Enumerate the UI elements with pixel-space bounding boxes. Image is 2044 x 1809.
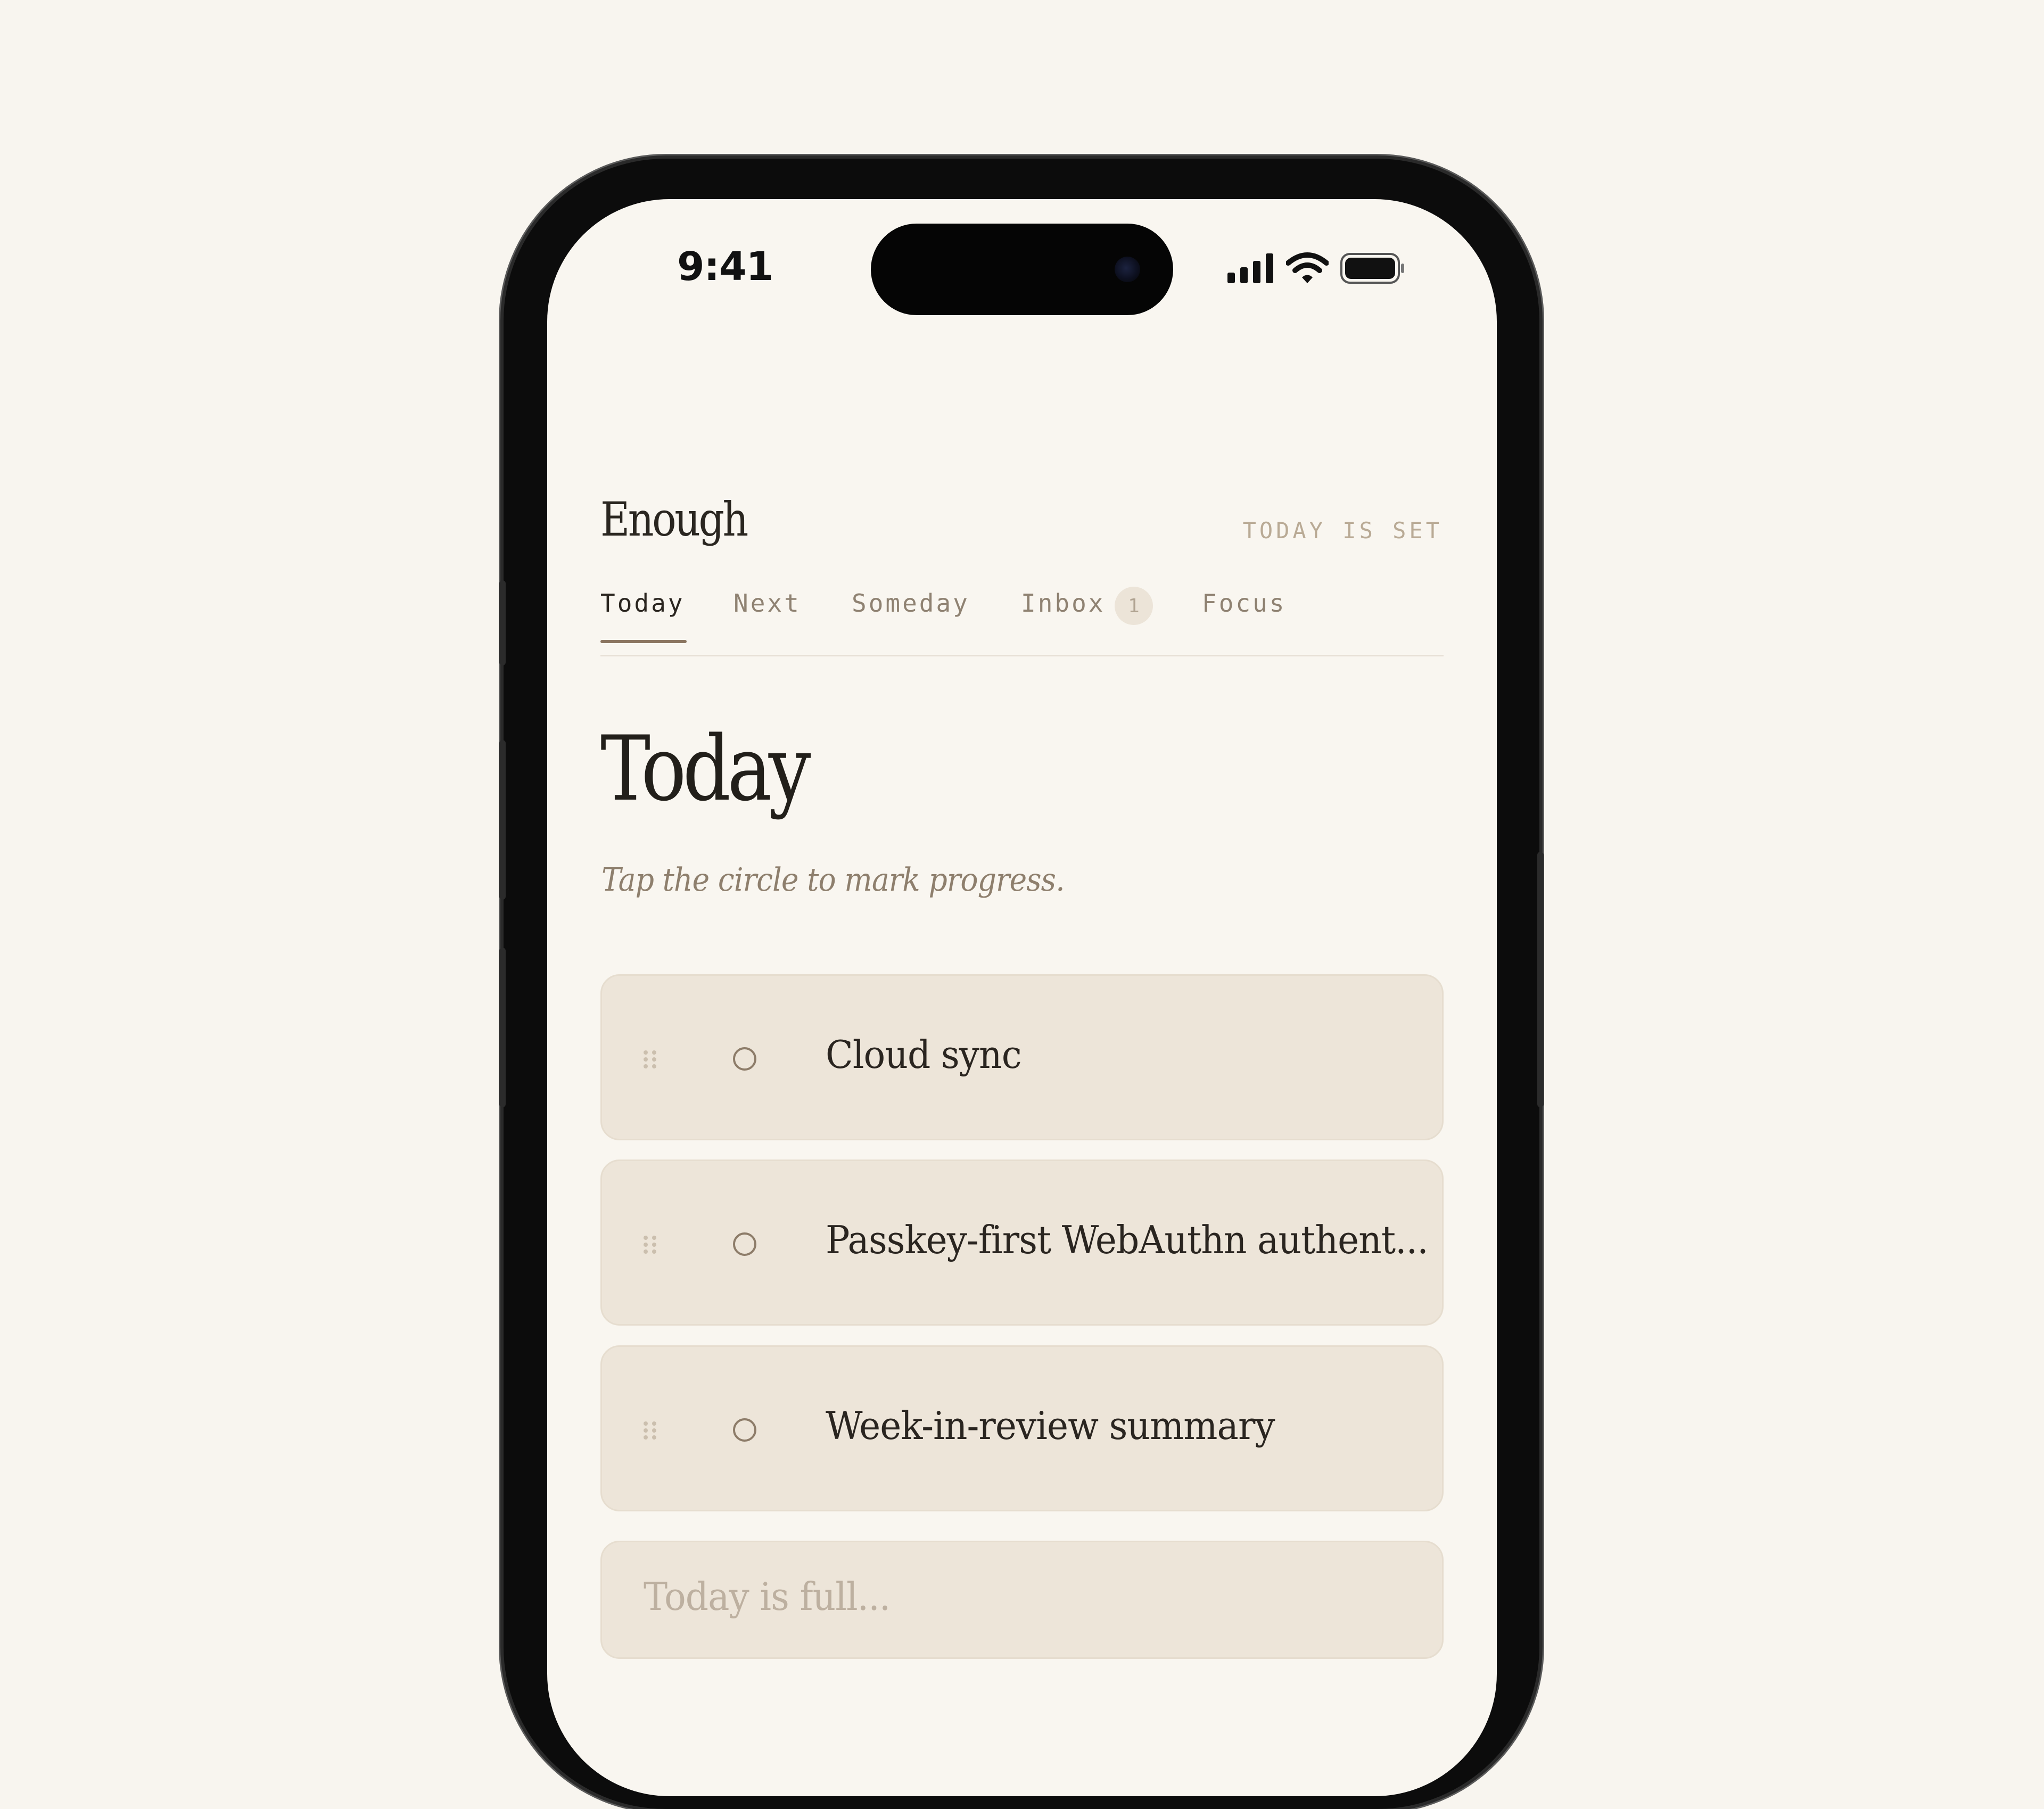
volume-up-button [499,740,506,900]
volume-down-button [499,948,506,1107]
drag-handle-icon[interactable] [642,1049,657,1070]
tab-focus[interactable]: Focus [1202,589,1286,618]
power-button [1537,852,1544,1107]
task-card[interactable]: Cloud sync [600,974,1444,1140]
tab-someday[interactable]: Someday [852,589,970,618]
tab-bar: Today Next Someday Inbox Focus [600,589,1444,631]
task-title: Week-in-review summary [826,1403,1275,1448]
task-title: Passkey-first WebAuthn authent... [826,1218,1429,1262]
progress-circle-button[interactable] [733,1047,756,1071]
tab-next[interactable]: Next [733,589,801,618]
header-status-label: TODAY IS SET [1242,517,1443,544]
battery-icon [1340,253,1404,284]
action-button [499,580,506,665]
status-icons [1227,251,1406,285]
app-title: Enough [600,492,748,547]
task-title: Cloud sync [826,1032,1022,1077]
drag-handle-icon[interactable] [642,1235,657,1255]
status-time: 9:41 [677,244,773,290]
front-camera [1115,257,1140,282]
task-card[interactable]: Week-in-review summary [600,1345,1444,1511]
progress-circle-button[interactable] [733,1232,756,1256]
task-card[interactable]: Passkey-first WebAuthn authent... [600,1160,1444,1326]
progress-circle-button[interactable] [733,1418,756,1442]
tab-divider [600,655,1444,656]
drag-handle-icon[interactable] [642,1420,657,1441]
inbox-count-badge: 1 [1115,587,1153,625]
tab-today[interactable]: Today [600,589,685,618]
add-task-input[interactable]: Today is full... [600,1541,1444,1659]
cellular-signal-icon [1227,253,1273,283]
page-title: Today [600,717,811,821]
add-task-placeholder: Today is full... [644,1574,891,1619]
wifi-icon [1286,252,1329,283]
hint-text: Tap the circle to mark progress. [601,861,1065,899]
tab-inbox[interactable]: Inbox [1021,589,1105,618]
active-tab-indicator [600,640,687,643]
